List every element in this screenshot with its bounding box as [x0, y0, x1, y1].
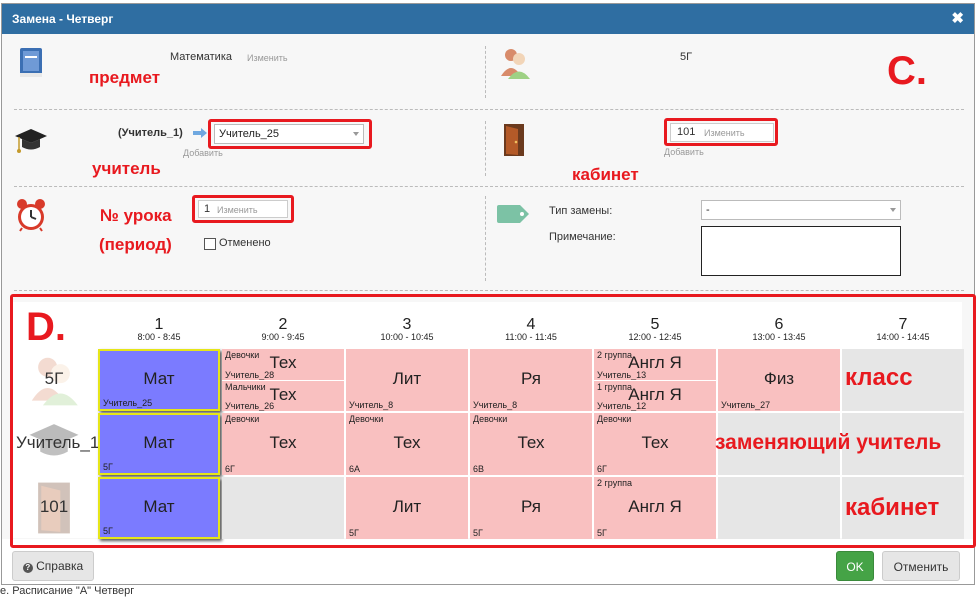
annotation-period-line1: № урока: [100, 206, 172, 225]
class-value: 5Г: [680, 51, 693, 63]
divider: [14, 186, 964, 187]
substitution-dialog: Замена - Четверг ✖ Математика Изменить п…: [1, 3, 976, 585]
divider: [14, 290, 964, 291]
door-icon: [502, 123, 526, 157]
divider: [14, 109, 964, 110]
annotation-box-teacher: [208, 119, 372, 149]
replacement-type-label: Тип замены:: [549, 205, 613, 217]
chevron-down-icon: [890, 208, 896, 212]
room-add-link[interactable]: Добавить: [664, 147, 704, 157]
subject-change-link[interactable]: Изменить: [247, 53, 288, 63]
subject-value: Математика: [170, 51, 232, 63]
note-textarea[interactable]: [701, 226, 901, 276]
book-icon: [18, 47, 44, 79]
replacement-type-value: -: [706, 204, 710, 216]
dialog-titlebar: Замена - Четверг ✖: [2, 4, 974, 34]
annotation-box-period: [192, 195, 294, 223]
dialog-title: Замена - Четверг: [12, 12, 114, 26]
teacher-original: (Учитель_1): [118, 127, 183, 139]
divider: [485, 196, 486, 281]
question-icon: ?: [22, 563, 33, 573]
annotation-section-c: C.: [887, 49, 927, 93]
close-icon[interactable]: ✖: [951, 9, 964, 27]
cancelled-checkbox[interactable]: [204, 238, 216, 250]
cancel-button[interactable]: Отменить: [882, 551, 960, 581]
note-label: Примечание:: [549, 231, 616, 243]
teacher-add-link[interactable]: Добавить: [183, 148, 223, 158]
help-button-label: Справка: [36, 559, 84, 573]
annotation-period-line2: (период): [99, 235, 172, 254]
alarm-clock-icon: [15, 199, 47, 232]
ok-button[interactable]: OK: [836, 551, 874, 581]
annotation-box-grid: [10, 294, 976, 548]
replacement-type-select[interactable]: -: [701, 200, 901, 220]
tag-icon: [496, 204, 530, 224]
graduation-cap-icon: [14, 128, 48, 156]
annotation-room: кабинет: [572, 165, 639, 184]
annotation-subject: предмет: [89, 68, 161, 87]
arrow-right-icon: [192, 126, 208, 138]
page-footer-text: е. Расписание "А" Четверг: [0, 585, 135, 597]
cancelled-label: Отменено: [219, 237, 271, 249]
divider: [485, 121, 486, 176]
annotation-box-room: [664, 118, 778, 146]
annotation-teacher: учитель: [92, 159, 161, 178]
divider: [485, 46, 486, 98]
help-button[interactable]: ? Справка: [12, 551, 94, 581]
class-people-icon: [500, 46, 530, 80]
